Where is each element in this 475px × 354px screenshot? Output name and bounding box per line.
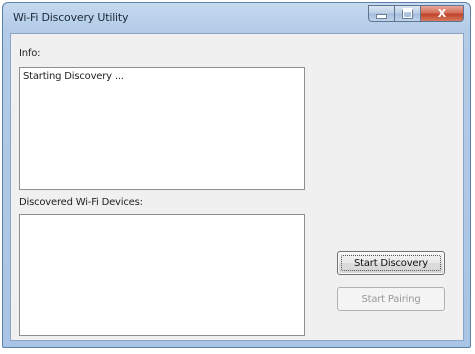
caption-buttons: X bbox=[368, 5, 464, 23]
close-button[interactable]: X bbox=[421, 5, 464, 22]
info-log-textbox[interactable]: Starting Discovery ... bbox=[19, 67, 305, 190]
client-area: Info: Starting Discovery ... Discovered … bbox=[10, 33, 464, 341]
minimize-icon bbox=[376, 14, 387, 19]
start-pairing-label: Start Pairing bbox=[361, 293, 421, 305]
start-discovery-label: Start Discovery bbox=[353, 257, 428, 269]
close-icon: X bbox=[437, 7, 447, 20]
discovered-devices-list[interactable] bbox=[19, 214, 305, 336]
info-log-text: Starting Discovery ... bbox=[23, 71, 124, 82]
maximize-icon bbox=[402, 8, 413, 19]
window-title: Wi-Fi Discovery Utility bbox=[13, 11, 129, 24]
start-pairing-button: Start Pairing bbox=[337, 287, 445, 311]
start-discovery-button[interactable]: Start Discovery bbox=[337, 251, 445, 275]
title-bar[interactable]: Wi-Fi Discovery Utility X bbox=[3, 3, 470, 33]
minimize-button[interactable] bbox=[368, 5, 395, 22]
app-window: Wi-Fi Discovery Utility X Info: Starting… bbox=[2, 2, 471, 348]
discovered-devices-label: Discovered Wi-Fi Devices: bbox=[19, 197, 143, 208]
maximize-button[interactable] bbox=[395, 5, 421, 22]
info-label: Info: bbox=[19, 48, 41, 59]
